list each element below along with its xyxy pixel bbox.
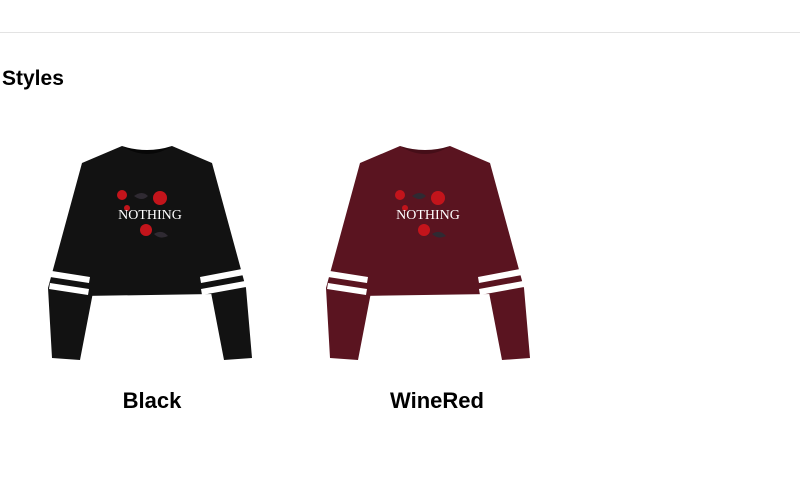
style-option-black[interactable]: NOTHING Black — [42, 138, 262, 428]
style-label-winered: WineRed — [390, 388, 484, 413]
winered-sweatshirt-image: NOTHING — [326, 146, 530, 360]
black-print-text: NOTHING — [118, 208, 182, 223]
style-label-black: Black — [122, 388, 182, 413]
section-title: Styles — [2, 67, 64, 90]
black-sweatshirt-image: NOTHING — [48, 146, 252, 360]
style-option-winered[interactable]: NOTHING WineRed — [320, 138, 540, 428]
top-divider — [0, 32, 800, 33]
winered-print-text: NOTHING — [396, 208, 460, 223]
